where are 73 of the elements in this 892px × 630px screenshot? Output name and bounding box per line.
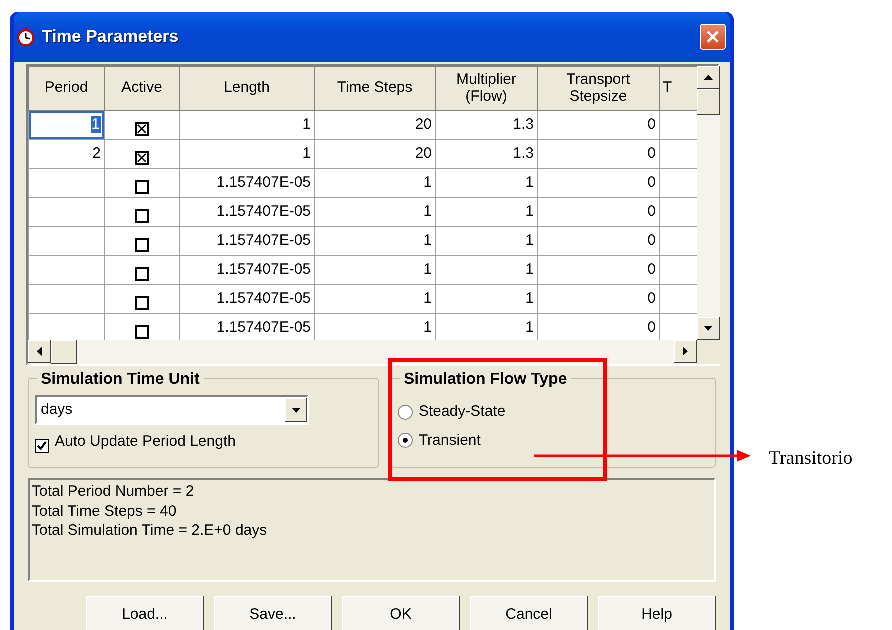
scroll-thumb[interactable]: [697, 89, 720, 115]
clock-icon: [16, 27, 36, 47]
table-cell: 1: [302, 116, 311, 133]
right-triangle-icon: [683, 347, 688, 356]
column-header[interactable]: Period: [28, 66, 104, 110]
window-title: Time Parameters: [42, 26, 180, 48]
radio-label[interactable]: Transient: [418, 430, 481, 452]
summary-line: Total Simulation Time = 2.E+0 days: [32, 521, 268, 540]
table-cell: 0: [648, 202, 656, 220]
down-triangle-icon: [292, 408, 300, 412]
column-header[interactable]: T: [660, 66, 697, 110]
close-button[interactable]: [700, 24, 726, 50]
summary-line: Total Time Steps = 40: [32, 502, 178, 521]
down-triangle-icon: [704, 326, 713, 331]
table-cell: 1: [424, 290, 432, 307]
radio-button[interactable]: [398, 433, 413, 448]
table-cell: 1.3: [513, 116, 534, 133]
table-cell: 1.157407E-05: [216, 290, 311, 307]
dialog-button[interactable]: Save...: [214, 596, 332, 630]
table-cell: 20: [415, 116, 432, 133]
table-cell: 1.157407E-05: [216, 202, 311, 220]
table-cell: 1: [424, 318, 432, 336]
scroll-up-button[interactable]: [697, 66, 720, 89]
radio-button[interactable]: [398, 404, 413, 420]
table-cell: 1: [424, 174, 432, 191]
table-cell: 1: [526, 232, 534, 249]
table-cell: 0: [648, 116, 656, 133]
table-cell: 1: [526, 290, 534, 307]
table-cell: 1.3: [513, 144, 534, 162]
radio-label[interactable]: Steady-State: [418, 401, 506, 424]
table-cell: 1: [526, 260, 534, 278]
table-cell: 20: [415, 144, 432, 162]
table-cell: 1.157407E-05: [216, 232, 311, 249]
scroll-left-button[interactable]: [28, 340, 51, 363]
scroll-right-button[interactable]: [674, 340, 697, 363]
table-cell: 1: [424, 202, 432, 220]
annotation-label: Transitorio: [769, 447, 853, 471]
dialog-button[interactable]: Help: [598, 596, 716, 630]
table-cell: 0: [648, 232, 656, 249]
table-cell: 1.157407E-05: [216, 260, 311, 278]
table-cell: 1: [302, 144, 311, 162]
dialog-button[interactable]: Load...: [86, 596, 204, 630]
table-cell: 1: [526, 318, 534, 336]
column-header[interactable]: Time Steps: [314, 66, 436, 110]
up-triangle-icon: [704, 75, 713, 80]
dialog-button[interactable]: OK: [342, 596, 460, 630]
table-cell: 1.157407E-05: [216, 174, 311, 191]
checkbox-label[interactable]: Auto Update Period Length: [55, 431, 236, 454]
table-cell: 0: [648, 260, 656, 278]
table-cell: 0: [648, 318, 656, 336]
column-header[interactable]: Active: [104, 66, 180, 110]
column-header[interactable]: Transport Stepsize: [538, 66, 660, 110]
table-cell: 0: [648, 144, 656, 162]
scroll-down-button[interactable]: [697, 317, 720, 340]
table-cell: 2: [28, 140, 104, 168]
horizontal-scrollbar[interactable]: [28, 340, 697, 364]
table-cell: 1: [526, 174, 534, 191]
column-header[interactable]: Multiplier (Flow): [436, 66, 538, 110]
dialog-button[interactable]: Cancel: [470, 596, 588, 630]
table-cell: 1: [424, 232, 432, 249]
table-cell: 1: [424, 260, 432, 278]
table-cell: 1: [526, 202, 534, 220]
table-cell: 1.157407E-05: [216, 318, 311, 336]
time-unit-dropdown[interactable]: days: [35, 395, 309, 425]
left-triangle-icon: [37, 347, 42, 356]
table-cell: 0: [648, 290, 656, 307]
column-header[interactable]: Length: [180, 66, 314, 110]
table-cell: 0: [648, 174, 656, 191]
vertical-scrollbar[interactable]: [697, 66, 720, 340]
summary-line: Total Period Number = 2: [32, 482, 196, 502]
table-cell: 1: [28, 110, 104, 140]
close-icon: [706, 30, 720, 44]
scroll-thumb[interactable]: [51, 340, 77, 364]
